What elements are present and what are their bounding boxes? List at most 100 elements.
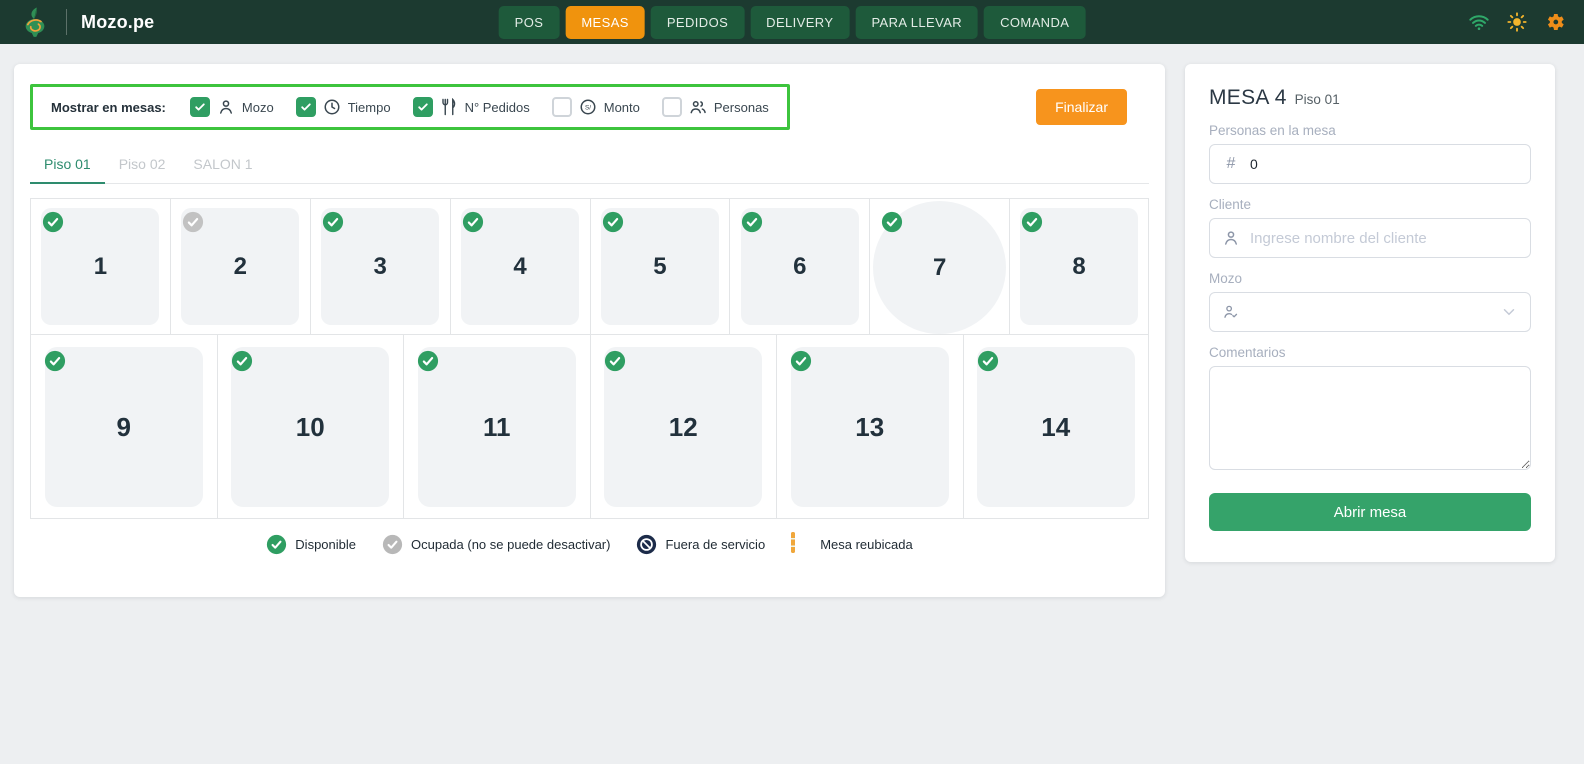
filter-option-label: Tiempo — [347, 99, 391, 115]
tab-piso-01[interactable]: Piso 01 — [30, 146, 105, 184]
table-cell-7[interactable]: 7 — [869, 199, 1010, 335]
open-table-button[interactable]: Abrir mesa — [1209, 493, 1531, 531]
filter-option-label: Monto — [603, 99, 640, 115]
check-circle-green — [266, 534, 287, 555]
table-shape: 10 — [231, 347, 390, 507]
table-detail-panel: MESA 4 Piso 01 Personas en la mesa # 0 C… — [1185, 64, 1555, 562]
tables-grid-row-2: 9 10 11 12 13 14 — [30, 335, 1149, 519]
checkbox-personas[interactable] — [661, 97, 682, 117]
filter-option-personas: Personas — [661, 97, 769, 117]
table-cell-3[interactable]: 3 — [309, 199, 450, 335]
table-number: 6 — [793, 252, 807, 280]
available-check-icon — [977, 350, 999, 372]
table-number: 11 — [483, 411, 511, 442]
filter-option-tiempo: Tiempo — [295, 97, 391, 117]
panel-title: MESA 4 — [1209, 86, 1287, 109]
waiter-select[interactable] — [1209, 292, 1531, 332]
svg-text:S/: S/ — [585, 104, 591, 111]
panel-subtitle: Piso 01 — [1294, 92, 1340, 107]
client-label: Cliente — [1209, 197, 1252, 212]
nav-comanda[interactable]: COMANDA — [984, 5, 1086, 39]
table-cell-13[interactable]: 13 — [776, 335, 963, 519]
table-number: 3 — [373, 252, 387, 280]
time-icon — [323, 98, 341, 116]
chevron-down-icon — [1500, 303, 1518, 321]
orders-icon — [440, 98, 458, 116]
top-navbar: Mozo.pe POS MESAS PEDIDOS DELIVERY PARA LLEV… — [0, 0, 1584, 44]
wifi-icon[interactable] — [1468, 11, 1490, 33]
waiter-label: Mozo — [1209, 271, 1243, 286]
table-number: 5 — [653, 252, 667, 280]
table-number: 8 — [1072, 252, 1086, 280]
persons-label: Personas en la mesa — [1209, 123, 1336, 138]
finalize-button[interactable]: Finalizar — [1036, 89, 1127, 125]
legend-item-mesa-reubicada: Mesa reubicada — [791, 532, 913, 555]
settings-icon[interactable] — [1544, 11, 1566, 33]
people-icon — [689, 98, 707, 116]
legend-label: Mesa reubicada — [820, 537, 913, 552]
checkbox-mozo[interactable] — [189, 97, 210, 117]
person-check-icon — [1222, 303, 1240, 321]
table-cell-5[interactable]: 5 — [589, 199, 730, 335]
legend-label: Fuera de servicio — [665, 537, 766, 552]
available-check-icon — [881, 211, 903, 233]
filter-option-monto: S/Monto — [551, 97, 640, 117]
filter-option-label: N° Pedidos — [464, 99, 530, 115]
available-check-icon — [462, 211, 484, 233]
nav-pos[interactable]: POS — [498, 5, 560, 39]
comments-textarea[interactable] — [1209, 366, 1531, 470]
check-circle-gray — [382, 534, 403, 555]
table-number: 10 — [295, 411, 325, 442]
table-shape: 11 — [417, 347, 576, 507]
available-check-icon — [1021, 211, 1043, 233]
table-cell-4[interactable]: 4 — [449, 199, 590, 335]
table-number: 12 — [668, 411, 698, 442]
table-shape: 13 — [790, 347, 949, 507]
table-shape: 14 — [976, 347, 1135, 507]
nav-pedidos[interactable]: PEDIDOS — [650, 5, 745, 39]
available-check-icon — [322, 211, 344, 233]
occupied-check-icon — [182, 211, 204, 233]
persons-value: 0 — [1250, 156, 1258, 172]
tab-salon-1[interactable]: SALON 1 — [179, 146, 266, 184]
checkbox-tiempo[interactable] — [295, 97, 316, 117]
table-cell-14[interactable]: 14 — [962, 335, 1149, 519]
nav-para-llevar[interactable]: PARA LLEVAR — [855, 5, 979, 39]
table-shape: 9 — [44, 347, 203, 507]
table-cell-2[interactable]: 2 — [169, 199, 310, 335]
floor-tabs: Piso 01 Piso 02 SALON 1 — [30, 146, 1149, 184]
table-cell-6[interactable]: 6 — [729, 199, 870, 335]
legend-label: Disponible — [295, 537, 356, 552]
table-cell-11[interactable]: 11 — [403, 335, 590, 519]
table-number: 13 — [855, 411, 885, 442]
table-number: 2 — [233, 252, 247, 280]
client-input[interactable] — [1250, 229, 1518, 247]
available-check-icon — [741, 211, 763, 233]
checkbox-n-pedidos[interactable] — [412, 97, 433, 117]
legend-label: Ocupada (no se puede desactivar) — [411, 537, 611, 552]
persons-input[interactable]: # 0 — [1209, 144, 1531, 184]
available-check-icon — [231, 350, 253, 372]
amount-icon: S/ — [579, 98, 597, 116]
out-of-service-icon — [636, 534, 657, 555]
table-cell-10[interactable]: 10 — [216, 335, 403, 519]
filter-option-label: Personas — [713, 99, 769, 115]
table-cell-8[interactable]: 8 — [1009, 199, 1149, 335]
available-check-icon — [602, 211, 624, 233]
table-cell-9[interactable]: 9 — [30, 335, 217, 519]
tab-piso-02[interactable]: Piso 02 — [105, 146, 180, 184]
table-cell-12[interactable]: 12 — [589, 335, 776, 519]
legend-item-ocupada-no-se-puede-desactivar: Ocupada (no se puede desactivar) — [382, 534, 610, 555]
table-cell-1[interactable]: 1 — [30, 199, 170, 335]
available-check-icon — [417, 350, 439, 372]
brightness-icon[interactable] — [1506, 11, 1528, 33]
status-legend: Disponible Ocupada (no se puede desactiva… — [30, 532, 1149, 555]
hash-icon: # — [1226, 155, 1236, 172]
checkbox-monto[interactable] — [551, 97, 572, 117]
nav-delivery[interactable]: DELIVERY — [750, 5, 850, 39]
table-number: 14 — [1041, 411, 1071, 442]
waiter-icon — [217, 98, 235, 116]
legend-item-disponible: Disponible — [266, 534, 356, 555]
nav-mesas[interactable]: MESAS — [565, 5, 645, 39]
brand-title: Mozo.pe — [81, 11, 155, 32]
